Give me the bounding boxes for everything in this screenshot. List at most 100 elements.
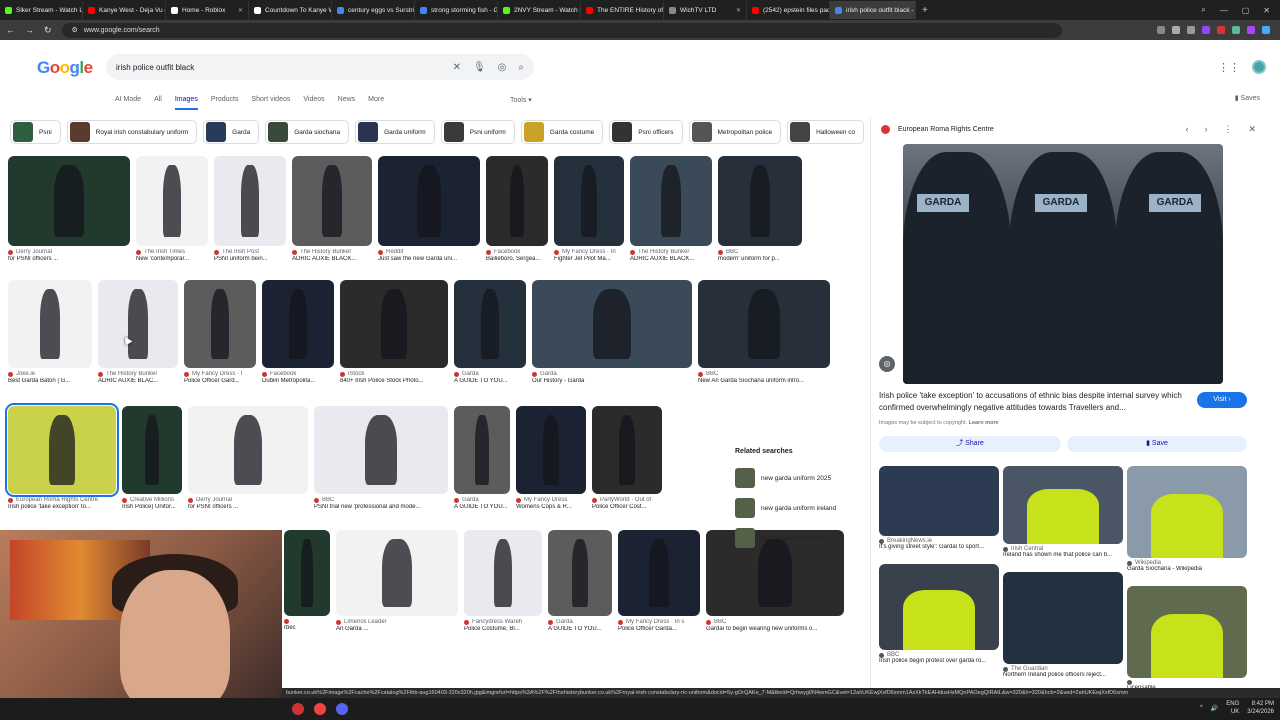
related-image[interactable]: The Guardian Northern Ireland police offi…: [1003, 572, 1123, 678]
save-button[interactable]: ▮ Save: [1067, 436, 1247, 452]
result-title[interactable]: Police Officer Gard...: [184, 378, 256, 384]
result-title[interactable]: Just saw the new Garda uni...: [378, 256, 480, 262]
related-image-title[interactable]: Ireland has shown me that police can b..…: [1003, 552, 1123, 558]
result-thumbnail[interactable]: [340, 280, 448, 368]
result-thumbnail[interactable]: [292, 156, 372, 246]
related-image-title[interactable]: Irish police begin protest over garda ro…: [879, 658, 999, 664]
close-tab-icon[interactable]: ✕: [736, 7, 741, 14]
browser-tab[interactable]: Countdown To Kanye We✕: [249, 1, 332, 19]
related-image-thumbnail[interactable]: [879, 466, 999, 536]
image-result[interactable]: Garda A GUIDE TO YOU...: [454, 280, 526, 384]
result-title[interactable]: A GUIDE TO YOU...: [454, 504, 510, 510]
preview-caption[interactable]: Irish police 'take exception' to accusat…: [879, 390, 1199, 414]
preview-image[interactable]: GARDA GARDA GARDA: [903, 144, 1223, 384]
result-thumbnail[interactable]: [188, 406, 308, 494]
related-search-item[interactable]: new garda uniform 2025: [735, 463, 859, 493]
search-tab[interactable]: Images: [174, 96, 198, 110]
result-title[interactable]: Irish Police) Unifor...: [122, 504, 182, 510]
result-title[interactable]: An Garda ...: [336, 626, 458, 632]
result-title[interactable]: ADRIC AUXIE BLACK...: [292, 256, 372, 262]
related-image-title[interactable]: Garda Síochána - Wikipedia: [1127, 566, 1247, 572]
reload-icon[interactable]: ↻: [44, 25, 52, 36]
result-thumbnail[interactable]: [184, 280, 256, 368]
extension-icon[interactable]: [1172, 26, 1180, 34]
forward-icon[interactable]: →: [25, 25, 34, 35]
close-window-icon[interactable]: ✕: [1263, 6, 1270, 15]
result-thumbnail[interactable]: [630, 156, 712, 246]
related-image-title[interactable]: It's giving street style': Gardaí to spo…: [879, 544, 999, 550]
extension-icon[interactable]: [1187, 26, 1195, 34]
result-title[interactable]: ADRIC AUXIE BLAC...: [98, 378, 178, 384]
browser-tab[interactable]: 2NVY Stream - Watch Liv✕: [498, 1, 581, 19]
suggestion-chip[interactable]: Royal irish constabulary uniform: [66, 120, 198, 144]
image-result[interactable]: BBC New An Garda Síochána uniform intro..…: [698, 280, 830, 384]
extension-icon[interactable]: [1232, 26, 1240, 34]
image-result[interactable]: Fancydress Wareh Police Costume, Bl...: [464, 530, 542, 632]
lens-icon[interactable]: ◎: [498, 62, 507, 73]
related-image[interactable]: BBC Irish police begin protest over garda…: [879, 564, 999, 664]
related-search-item[interactable]: current garda uniform: [735, 523, 859, 553]
result-title[interactable]: Gardaí to begin wearing new uniforms o..…: [706, 626, 844, 632]
result-title[interactable]: Irish police 'take exception' to...: [8, 504, 116, 510]
suggestion-chip[interactable]: Psni: [10, 120, 61, 144]
image-result[interactable]: BBC PSNI trial new 'professional and mode…: [314, 406, 448, 510]
image-result[interactable]: Derry Journal for PSNI officers ...: [188, 406, 308, 510]
close-icon[interactable]: ✕: [1248, 124, 1256, 135]
image-result[interactable]: Garda A GUIDE TO YOU...: [454, 406, 510, 510]
result-thumbnail[interactable]: [516, 406, 586, 494]
suggestion-chip[interactable]: Metropolitan police: [688, 120, 782, 144]
result-title[interactable]: New An Garda Síochána uniform intro...: [698, 378, 830, 384]
extension-icon[interactable]: [1202, 26, 1210, 34]
image-result[interactable]: European Roma Rights Centre Irish police …: [5, 403, 119, 510]
suggestion-chip[interactable]: Garda uniform: [355, 120, 435, 144]
result-title[interactable]: Police Officer Cost...: [592, 504, 662, 510]
next-icon[interactable]: ›: [1204, 124, 1207, 135]
result-title[interactable]: PSNI uniform bein...: [214, 256, 286, 262]
result-thumbnail[interactable]: [262, 280, 334, 368]
image-result[interactable]: Creative Millions Irish Police) Unifor...: [122, 406, 182, 510]
result-thumbnail[interactable]: [548, 530, 612, 616]
image-result[interactable]: Derry Journal for PSNI officers ...: [8, 156, 130, 262]
discord-icon[interactable]: [336, 703, 348, 715]
result-title[interactable]: for PSNI officers ...: [8, 256, 130, 262]
browser-tab[interactable]: Kanye West - Deja Vu (M✕: [83, 1, 166, 19]
related-search-item[interactable]: new garda uniform ireland: [735, 493, 859, 523]
result-thumbnail[interactable]: [718, 156, 802, 246]
address-bar[interactable]: ⚙ www.google.com/search: [61, 22, 1062, 38]
image-result[interactable]: The Irish Post PSNI uniform bein...: [214, 156, 286, 262]
image-result[interactable]: BBC modern' uniform for p...: [718, 156, 802, 262]
image-result[interactable]: Facebook Bailieboro, Sergea...: [486, 156, 548, 262]
result-thumbnail[interactable]: [454, 280, 526, 368]
result-title[interactable]: Womens Cops & R...: [516, 504, 586, 510]
related-image-thumbnail[interactable]: [879, 564, 999, 650]
result-title[interactable]: PSNI trial new 'professional and mode...: [314, 504, 448, 510]
result-thumbnail[interactable]: [592, 406, 662, 494]
lens-search-icon[interactable]: ◎: [879, 356, 895, 372]
image-result[interactable]: My Fancy Dress · In Fighter Jet Pilot Ma.…: [554, 156, 624, 262]
browser-tab[interactable]: Slker Stream - Watch Liv✕: [0, 1, 83, 19]
suggestion-chip[interactable]: Garda costume: [520, 120, 604, 144]
search-tabs-icon[interactable]: ⌕: [1201, 5, 1205, 15]
volume-icon[interactable]: 🔊: [1211, 705, 1218, 712]
image-result[interactable]: Limerick Leader An Garda ...: [336, 530, 458, 632]
image-result[interactable]: The History Bunker ADRIC AUXIE BLAC...: [98, 280, 178, 384]
result-thumbnail[interactable]: [378, 156, 480, 246]
result-thumbnail[interactable]: [486, 156, 548, 246]
maximize-icon[interactable]: ▢: [1242, 6, 1250, 15]
image-result[interactable]: My Fancy Dress Womens Cops & R...: [516, 406, 586, 510]
result-thumbnail[interactable]: [698, 280, 830, 368]
result-title[interactable]: New 'contemporar...: [136, 256, 208, 262]
result-thumbnail[interactable]: [8, 280, 92, 368]
result-thumbnail[interactable]: [284, 530, 330, 616]
panel-source[interactable]: European Roma Rights Centre: [898, 126, 994, 133]
apps-grid-icon[interactable]: ⋮⋮: [1218, 61, 1240, 74]
result-title[interactable]: for PSNI officers ...: [188, 504, 308, 510]
minimize-icon[interactable]: —: [1220, 6, 1228, 15]
result-thumbnail[interactable]: [532, 280, 692, 368]
related-image[interactable]: BreakingNews.ie It's giving street style'…: [879, 466, 999, 550]
search-tab[interactable]: News: [338, 96, 356, 110]
suggestion-chip[interactable]: Halloween co: [787, 120, 865, 144]
suggestion-chip[interactable]: Psni uniform: [440, 120, 515, 144]
related-image-thumbnail[interactable]: [1127, 466, 1247, 558]
result-thumbnail[interactable]: [8, 156, 130, 246]
